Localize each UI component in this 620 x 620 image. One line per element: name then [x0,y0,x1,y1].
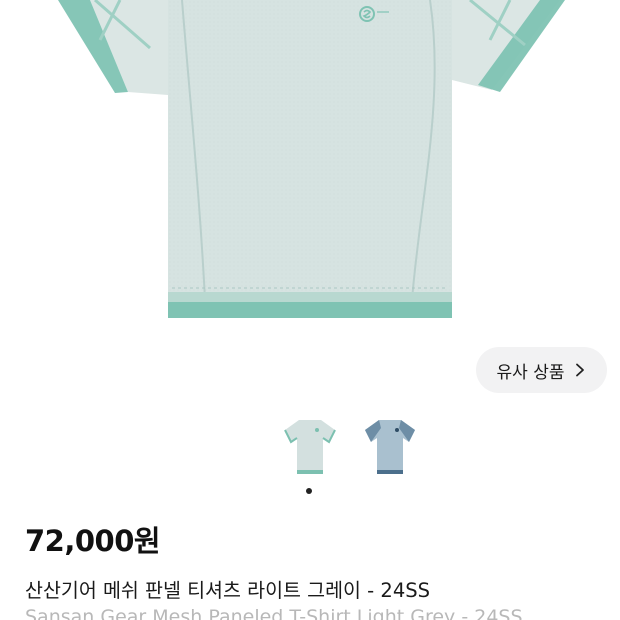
thumbnail-strip [0,412,620,482]
thumbnail-blue[interactable] [355,412,425,482]
chevron-right-icon [576,363,585,377]
thumbnail-light-grey[interactable] [275,412,345,482]
tshirt-image [58,0,565,318]
product-title-korean: 산산기어 메쉬 판넬 티셔츠 라이트 그레이 - 24SS [25,579,430,602]
light-grey-tshirt-thumbnail [284,420,336,474]
gallery-pagination [0,488,620,498]
blue-tshirt-thumbnail [365,420,415,474]
product-price: 72,000원 [25,524,161,558]
pagination-dot-active [306,488,312,494]
similar-products-label: 유사 상품 [496,362,565,383]
similar-products-button[interactable]: 유사 상품 [476,347,607,393]
product-title-english: Sansan Gear Mesh Paneled T-Shirt Light G… [25,606,523,620]
product-main-image[interactable] [0,0,620,340]
